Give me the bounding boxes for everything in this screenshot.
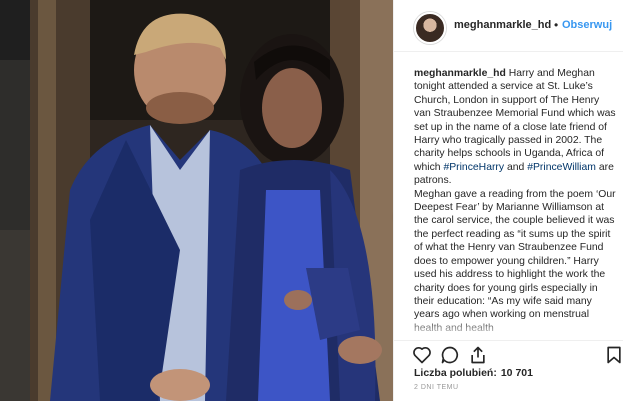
follow-button[interactable]: Obserwuj — [562, 19, 612, 31]
instagram-post-view: › meghanmarkle_hd • Obserwuj meghanmarkl… — [0, 0, 623, 401]
previous-post-shade-bottom — [0, 230, 30, 401]
action-bar — [394, 340, 623, 365]
post-photo[interactable]: › — [30, 0, 393, 401]
post-caption: meghanmarkle_hd Harry and Meghan tonight… — [414, 67, 618, 335]
photo-illustration — [30, 0, 393, 401]
comment-icon[interactable] — [440, 345, 460, 365]
likes-label: Liczba polubień: — [414, 367, 497, 379]
caption-text-2: and — [504, 161, 528, 173]
caption-username[interactable]: meghanmarkle_hd — [414, 68, 506, 79]
share-icon[interactable] — [468, 345, 488, 365]
bookmark-icon[interactable] — [604, 345, 623, 365]
avatar[interactable] — [414, 12, 446, 44]
header-separator: • — [554, 18, 559, 32]
previous-post-shade-top — [0, 0, 30, 60]
likes-count[interactable]: Liczba polubień: 10 701 — [414, 367, 533, 379]
header-username[interactable]: meghanmarkle_hd — [454, 19, 551, 31]
caption-text-4: Meghan gave a reading from the poem ‘Our… — [414, 188, 616, 334]
likes-number: 10 701 — [500, 367, 533, 379]
caption-fade — [394, 318, 623, 340]
post-details-panel: meghanmarkle_hd • Obserwuj meghanmarkle_… — [393, 0, 623, 401]
post-timestamp: 2 DNI TEMU — [414, 384, 459, 391]
previous-post-edge[interactable] — [0, 0, 30, 401]
hashtag-prince-harry[interactable]: #PrinceHarry — [443, 162, 504, 173]
post-header: meghanmarkle_hd • Obserwuj — [394, 0, 623, 52]
hashtag-prince-william[interactable]: #PrinceWilliam — [527, 162, 596, 173]
caption-text-1: Harry and Meghan tonight attended a serv… — [414, 68, 616, 173]
previous-post-shade-mid — [0, 60, 30, 230]
heart-icon[interactable] — [412, 345, 432, 365]
